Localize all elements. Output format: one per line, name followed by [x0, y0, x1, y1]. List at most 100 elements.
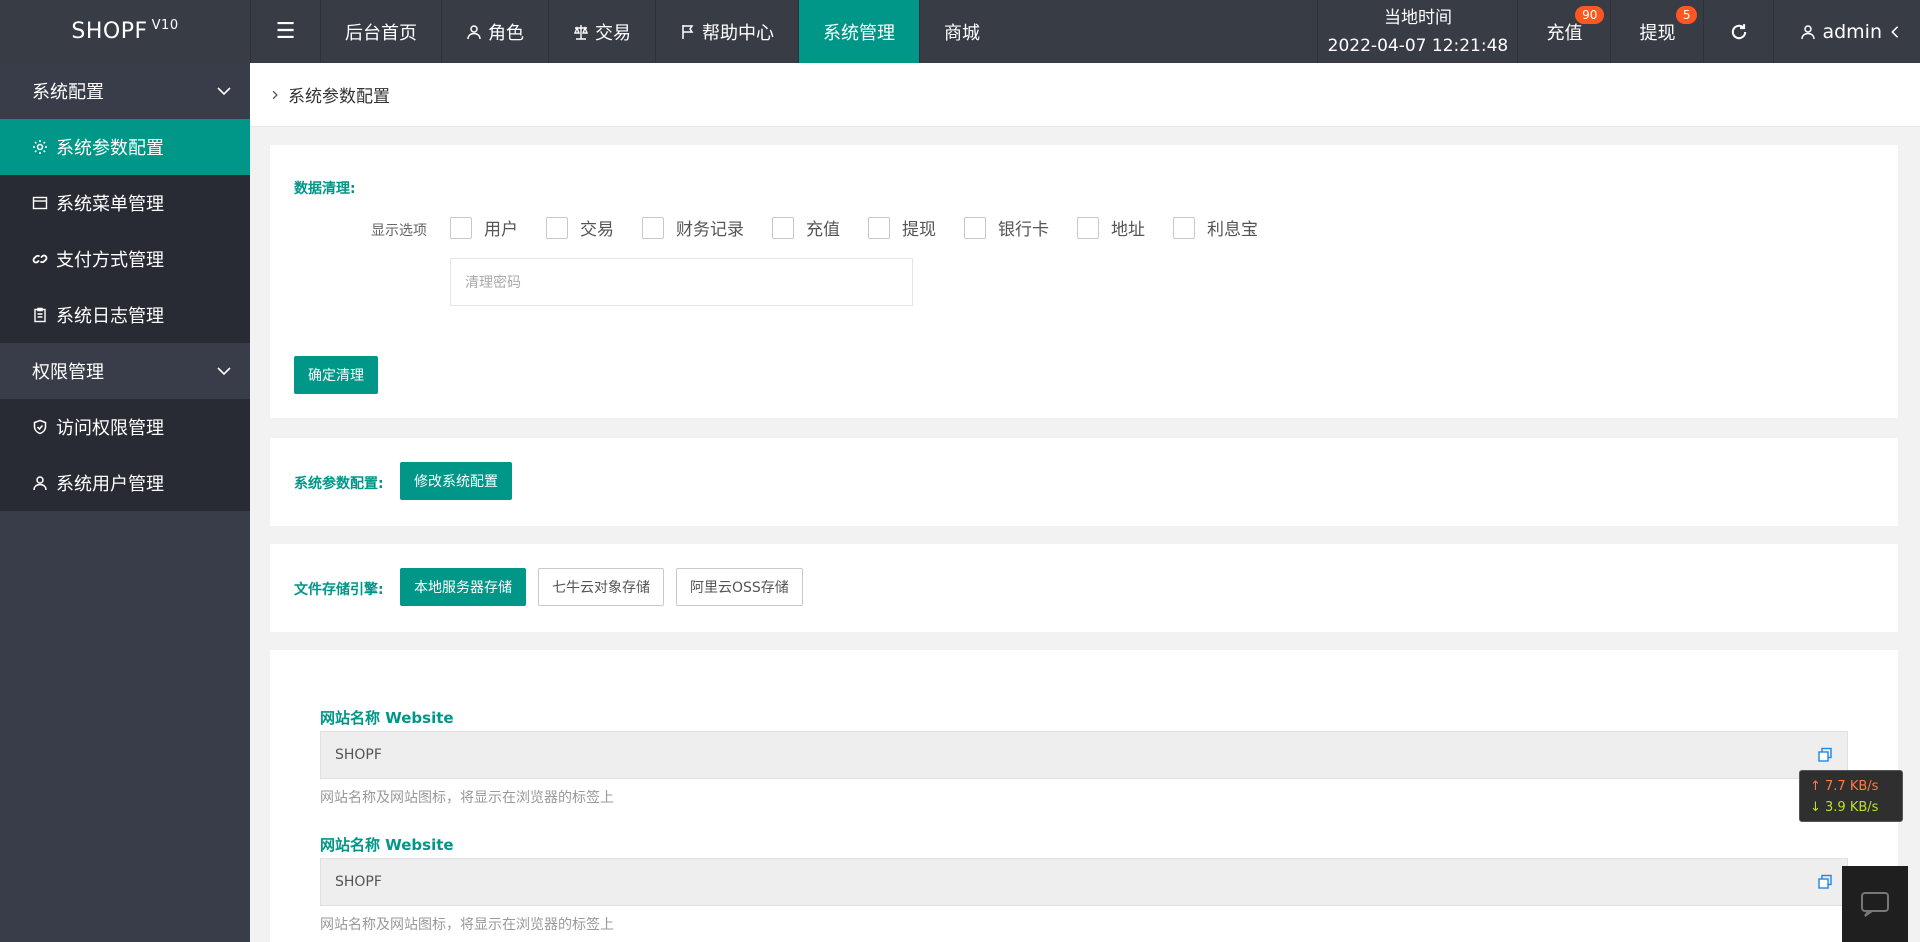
refresh-icon: [1731, 23, 1747, 39]
user-icon: [467, 24, 481, 39]
checkbox[interactable]: [772, 216, 794, 239]
nav-item-mall[interactable]: 商城: [919, 0, 1004, 63]
sidebar-group-permission[interactable]: 权限管理: [0, 343, 250, 399]
copy-icon[interactable]: [1817, 747, 1833, 763]
sidebar-group-items: 系统参数配置 系统菜单管理 支付方式管理 系统日志管理: [0, 119, 250, 343]
options-label: 显示选项: [371, 223, 427, 239]
breadcrumb: 系统参数配置: [250, 63, 1920, 127]
user-menu[interactable]: admin: [1773, 0, 1920, 63]
checkbox[interactable]: [868, 216, 890, 239]
confirm-clean-button[interactable]: 确定清理: [294, 356, 378, 394]
withdraw-button[interactable]: 提现 5: [1610, 0, 1703, 63]
field-hint: 网站名称及网站图标，将显示在浏览器的标签上: [320, 790, 614, 806]
nav-item-home[interactable]: 后台首页: [320, 0, 441, 63]
clock-title: 当地时间: [1383, 7, 1452, 28]
sidebar-item-payment-manage[interactable]: 支付方式管理: [0, 231, 250, 287]
storage-options: 本地服务器存储 七牛云对象存储 阿里云OSS存储: [400, 568, 803, 606]
app-logo[interactable]: SHOPF V10: [0, 0, 250, 63]
site-fields-card: 网站名称 Website SHOPF 网站名称及网站图标，将显示在浏览器的标签上…: [270, 650, 1898, 942]
nav-item-role[interactable]: 角色: [441, 0, 548, 63]
network-speed-widget: ↑ 7.7 KB/s ↓ 3.9 KB/s: [1799, 770, 1903, 822]
shield-icon: [33, 419, 47, 435]
option-address[interactable]: 地址: [1077, 215, 1145, 240]
checkbox[interactable]: [546, 216, 568, 239]
clean-options: 用户 交易 财务记录 充值 提现 银行卡 地址 利息宝: [450, 215, 1286, 240]
field-label: 网站名称 Website: [320, 708, 454, 727]
menu-toggle-button[interactable]: ☰: [250, 0, 320, 63]
nav-item-help[interactable]: 帮助中心: [655, 0, 798, 63]
data-clean-title: 数据清理:: [294, 181, 356, 197]
logo-text: SHOPF: [71, 19, 148, 44]
option-recharge[interactable]: 充值: [772, 215, 840, 240]
hamburger-icon: ☰: [275, 19, 296, 44]
data-clean-card: 数据清理: 显示选项 用户 交易 财务记录 充值 提现 银行卡 地址 利息宝 清…: [270, 145, 1898, 418]
refresh-button[interactable]: [1703, 0, 1773, 63]
sidebar-item-log-manage[interactable]: 系统日志管理: [0, 287, 250, 343]
checkbox[interactable]: [450, 216, 472, 239]
field-hint: 网站名称及网站图标，将显示在浏览器的标签上: [320, 917, 614, 933]
checkbox[interactable]: [642, 216, 664, 239]
recharge-badge: 90: [1575, 6, 1605, 24]
site-name-field: 网站名称 Website SHOPF 网站名称及网站图标，将显示在浏览器的标签上: [320, 703, 1848, 807]
storage-label: 文件存储引擎:: [294, 582, 384, 598]
nav-item-system[interactable]: 系统管理: [798, 0, 919, 63]
user-name: admin: [1822, 20, 1882, 43]
sidebar: 系统配置 系统参数配置 系统菜单管理 支付方式管理 系统日志管理 权限管理 访问…: [0, 63, 250, 942]
checkbox[interactable]: [1173, 216, 1195, 239]
field-label: 网站名称 Website: [320, 835, 454, 854]
user-icon: [33, 476, 47, 491]
storage-card: 文件存储引擎: 本地服务器存储 七牛云对象存储 阿里云OSS存储: [270, 544, 1898, 632]
site-name-input[interactable]: SHOPF: [320, 731, 1848, 779]
clock-value: 2022-04-07 12:21:48: [1327, 35, 1509, 56]
floating-chat-widget[interactable]: [1842, 866, 1908, 942]
site-name-field: 网站名称 Website SHOPF 网站名称及网站图标，将显示在浏览器的标签上: [320, 830, 1848, 934]
sidebar-item-user-manage[interactable]: 系统用户管理: [0, 455, 250, 511]
top-header: SHOPF V10 ☰ 后台首页 角色 交易 帮助中心 系统管理 商城 当地时间 …: [0, 0, 1920, 63]
upload-speed: ↑ 7.7 KB/s: [1810, 779, 1879, 794]
storage-aliyun-button[interactable]: 阿里云OSS存储: [676, 568, 803, 606]
main-content: 系统参数配置 数据清理: 显示选项 用户 交易 财务记录 充值 提现 银行卡 地…: [250, 63, 1920, 942]
nav-item-trade[interactable]: 交易: [548, 0, 655, 63]
clean-password-input[interactable]: 清理密码: [450, 258, 913, 306]
site-name-input[interactable]: SHOPF: [320, 858, 1848, 906]
user-icon: [1801, 24, 1816, 39]
header-right: 当地时间 2022-04-07 12:21:48 充值 90 提现 5 admi…: [1317, 0, 1920, 63]
option-trade[interactable]: 交易: [546, 215, 614, 240]
option-bankcard[interactable]: 银行卡: [964, 215, 1049, 240]
scale-icon: [573, 24, 589, 40]
top-nav: 后台首页 角色 交易 帮助中心 系统管理 商城: [320, 0, 1004, 63]
sidebar-group-items: 访问权限管理 系统用户管理: [0, 399, 250, 511]
sidebar-item-menu-manage[interactable]: 系统菜单管理: [0, 175, 250, 231]
chevron-down-icon: [217, 87, 231, 96]
recharge-button[interactable]: 充值 90: [1517, 0, 1610, 63]
chevron-down-icon: [217, 367, 231, 376]
chevron-left-icon: [1891, 25, 1899, 38]
storage-local-button[interactable]: 本地服务器存储: [400, 568, 526, 606]
sidebar-group-system-config[interactable]: 系统配置: [0, 63, 250, 119]
sys-params-card: 系统参数配置: 修改系统配置: [270, 438, 1898, 526]
sidebar-item-access-manage[interactable]: 访问权限管理: [0, 399, 250, 455]
download-speed: ↓ 3.9 KB/s: [1810, 800, 1879, 815]
edit-config-button[interactable]: 修改系统配置: [400, 462, 512, 500]
logo-version: V10: [151, 18, 179, 33]
local-clock: 当地时间 2022-04-07 12:21:48: [1317, 0, 1517, 63]
chat-icon: [1861, 892, 1889, 917]
checkbox[interactable]: [964, 216, 986, 239]
withdraw-badge: 5: [1675, 6, 1698, 24]
option-withdraw[interactable]: 提现: [868, 215, 936, 240]
chevron-right-icon: [272, 90, 278, 99]
option-finance[interactable]: 财务记录: [642, 215, 744, 240]
checkbox[interactable]: [1077, 216, 1099, 239]
breadcrumb-label: 系统参数配置: [288, 87, 390, 107]
window-icon: [32, 196, 48, 210]
option-interest[interactable]: 利息宝: [1173, 215, 1258, 240]
sys-params-label: 系统参数配置:: [294, 476, 384, 492]
clipboard-icon: [34, 307, 46, 323]
option-user[interactable]: 用户: [450, 215, 518, 240]
link-icon: [32, 254, 48, 264]
flag-icon: [682, 24, 694, 39]
copy-icon[interactable]: [1817, 874, 1833, 890]
sidebar-item-sys-params[interactable]: 系统参数配置: [0, 119, 250, 175]
gear-icon: [33, 140, 47, 154]
storage-qiniu-button[interactable]: 七牛云对象存储: [538, 568, 664, 606]
